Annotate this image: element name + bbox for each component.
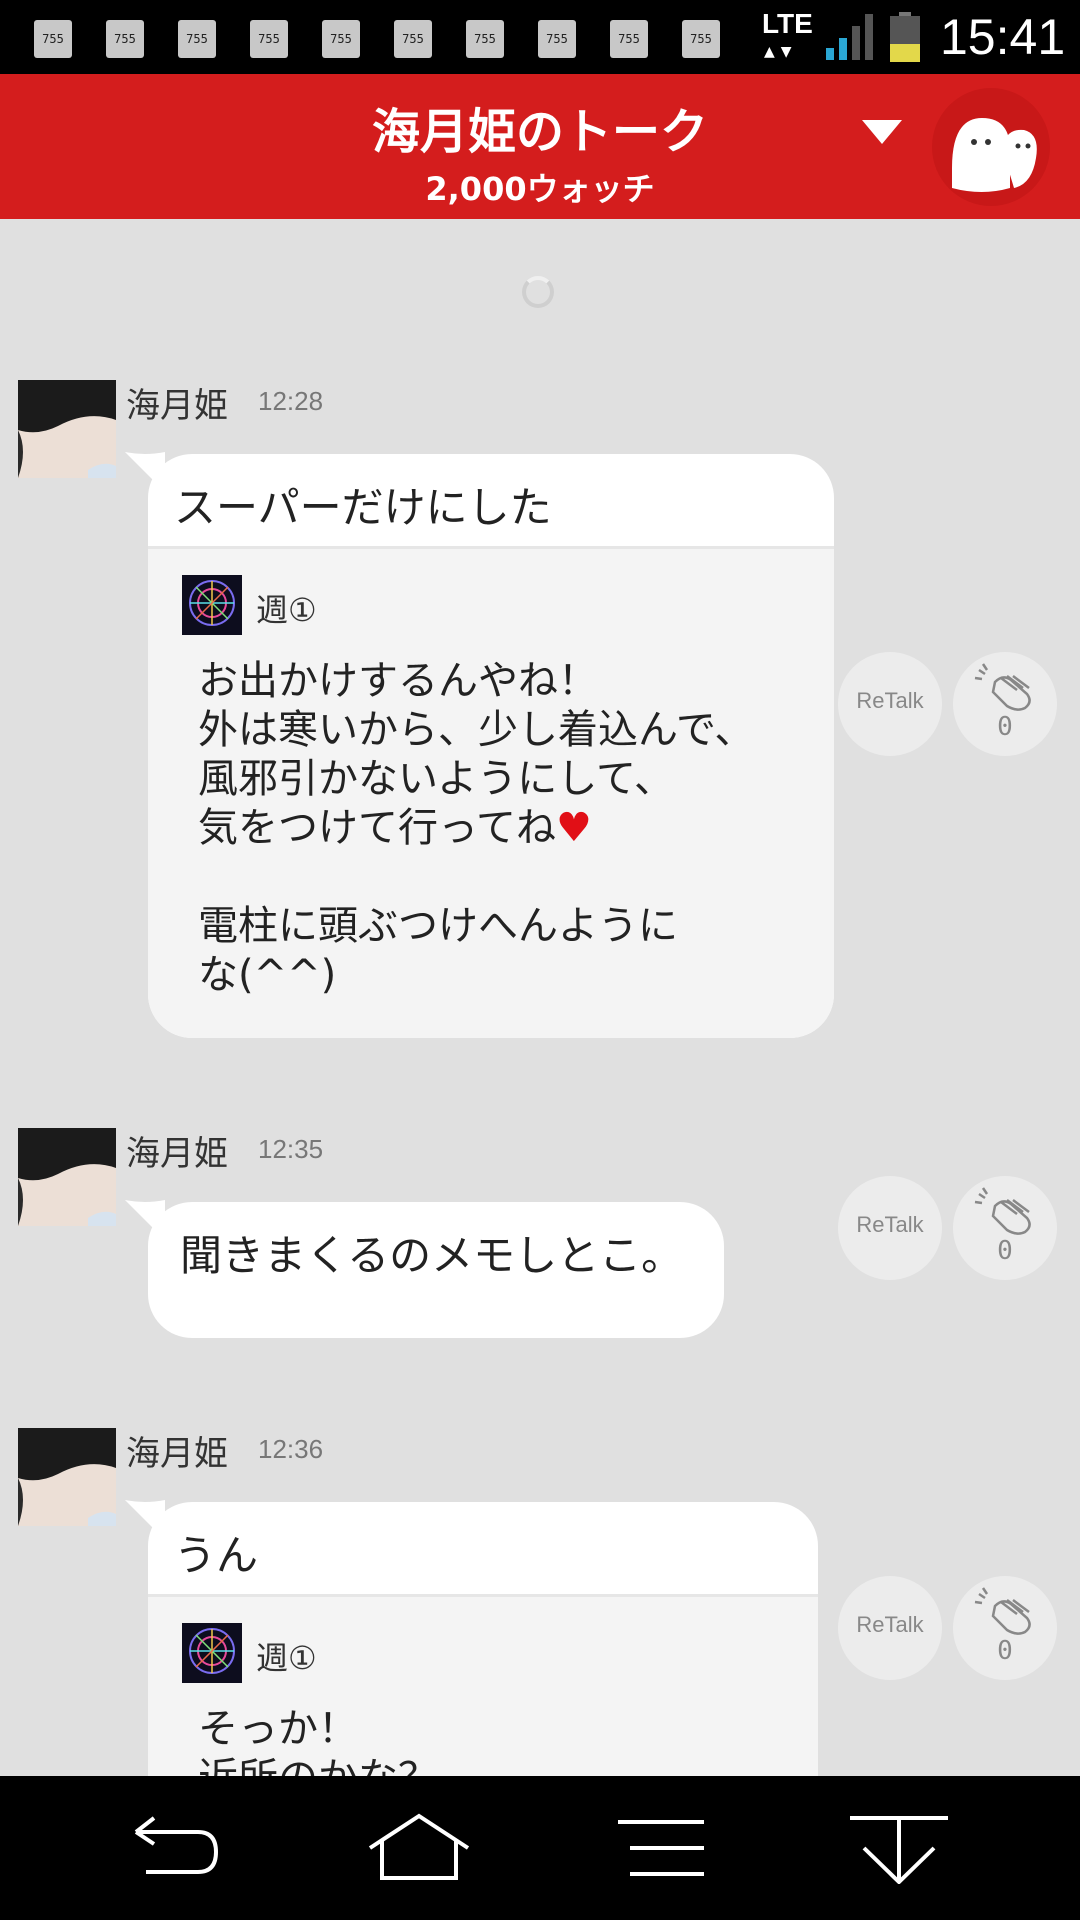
clap-icon <box>974 663 1031 711</box>
avatar[interactable] <box>18 1128 116 1226</box>
clap-button[interactable]: 0 <box>953 652 1057 756</box>
status-bar: 755 755 755 755 755 755 755 755 755 755 … <box>0 0 1080 74</box>
triangle-down-icon[interactable] <box>862 120 902 146</box>
avatar[interactable] <box>18 1428 116 1526</box>
message-text: うん <box>174 1531 259 1580</box>
notification-icon: 755 <box>538 20 576 58</box>
clap-button[interactable]: 0 <box>953 1576 1057 1680</box>
clap-count: 0 <box>997 1236 1013 1266</box>
retalk-button[interactable]: ReTalk <box>838 652 942 756</box>
quote-author: 週① <box>256 591 317 629</box>
quoted-message[interactable]: 週① お出かけするんやね！ 外は寒いから、少し着込んで、 風邪引かないようにして、気… <box>148 546 834 1038</box>
heart-icon: ♥ <box>556 805 592 851</box>
notification-icon: 755 <box>250 20 288 58</box>
message-bubble[interactable]: うん 週① そっか！近所のかな？ <box>148 1502 818 1802</box>
network-type: LTE <box>762 8 813 39</box>
quote-avatar <box>182 1623 242 1683</box>
sender-name: 海月姫 <box>126 386 228 426</box>
notification-icon: 755 <box>106 20 144 58</box>
avatar[interactable] <box>18 380 116 478</box>
ghost-mascot-icon[interactable] <box>932 88 1050 206</box>
message-text: スーパーだけにした <box>174 483 552 532</box>
navigation-bar <box>0 1776 1080 1920</box>
notification-icon: 755 <box>610 20 648 58</box>
message-text: 聞きまくるのメモしとこ。 <box>180 1231 684 1280</box>
signal-icon <box>826 14 873 60</box>
back-icon[interactable] <box>124 1812 224 1884</box>
menu-icon[interactable] <box>618 1812 704 1884</box>
clap-count: 0 <box>997 712 1013 742</box>
message-time: 12:28 <box>258 386 324 416</box>
message-time: 12:36 <box>258 1434 324 1464</box>
message-bubble[interactable]: 聞きまくるのメモしとこ。 <box>148 1202 724 1338</box>
clap-icon <box>974 1187 1031 1235</box>
clap-icon <box>974 1587 1031 1635</box>
app-header: 海月姫のトーク 2,000ウォッチ <box>0 74 1080 219</box>
clock: 15:41 <box>940 9 1066 65</box>
retalk-button[interactable]: ReTalk <box>838 1576 942 1680</box>
battery-icon <box>890 12 920 62</box>
clap-button[interactable]: 0 <box>953 1176 1057 1280</box>
message-bubble[interactable]: スーパーだけにした 週① お出かけするんやね！ 外は寒いから、少し着込んで、 風邪引… <box>148 454 834 1038</box>
clap-count: 0 <box>997 1636 1013 1666</box>
page-title: 海月姫のトーク <box>371 104 708 160</box>
notification-icon: 755 <box>682 20 720 58</box>
notification-icon: 755 <box>322 20 360 58</box>
notification-icon: 755 <box>34 20 72 58</box>
scroll-bottom-icon[interactable] <box>850 1812 948 1884</box>
loading-spinner <box>522 276 554 308</box>
data-activity-icon: ▲▼ <box>764 44 798 60</box>
retalk-button[interactable]: ReTalk <box>838 1176 942 1280</box>
quote-author: 週① <box>256 1639 317 1677</box>
watch-count: 2,000ウォッチ <box>425 170 655 208</box>
sender-name: 海月姫 <box>126 1434 228 1474</box>
notification-icon: 755 <box>394 20 432 58</box>
quoted-message[interactable]: 週① そっか！近所のかな？ <box>148 1594 818 1802</box>
sender-name: 海月姫 <box>126 1134 228 1174</box>
message-time: 12:35 <box>258 1134 324 1164</box>
home-icon[interactable] <box>366 1812 472 1884</box>
quote-text: お出かけするんやね！ 外は寒いから、少し着込んで、 風邪引かないようにして、 気をつけ… <box>198 658 755 998</box>
quote-avatar <box>182 575 242 635</box>
notification-icon: 755 <box>178 20 216 58</box>
notification-icon: 755 <box>466 20 504 58</box>
